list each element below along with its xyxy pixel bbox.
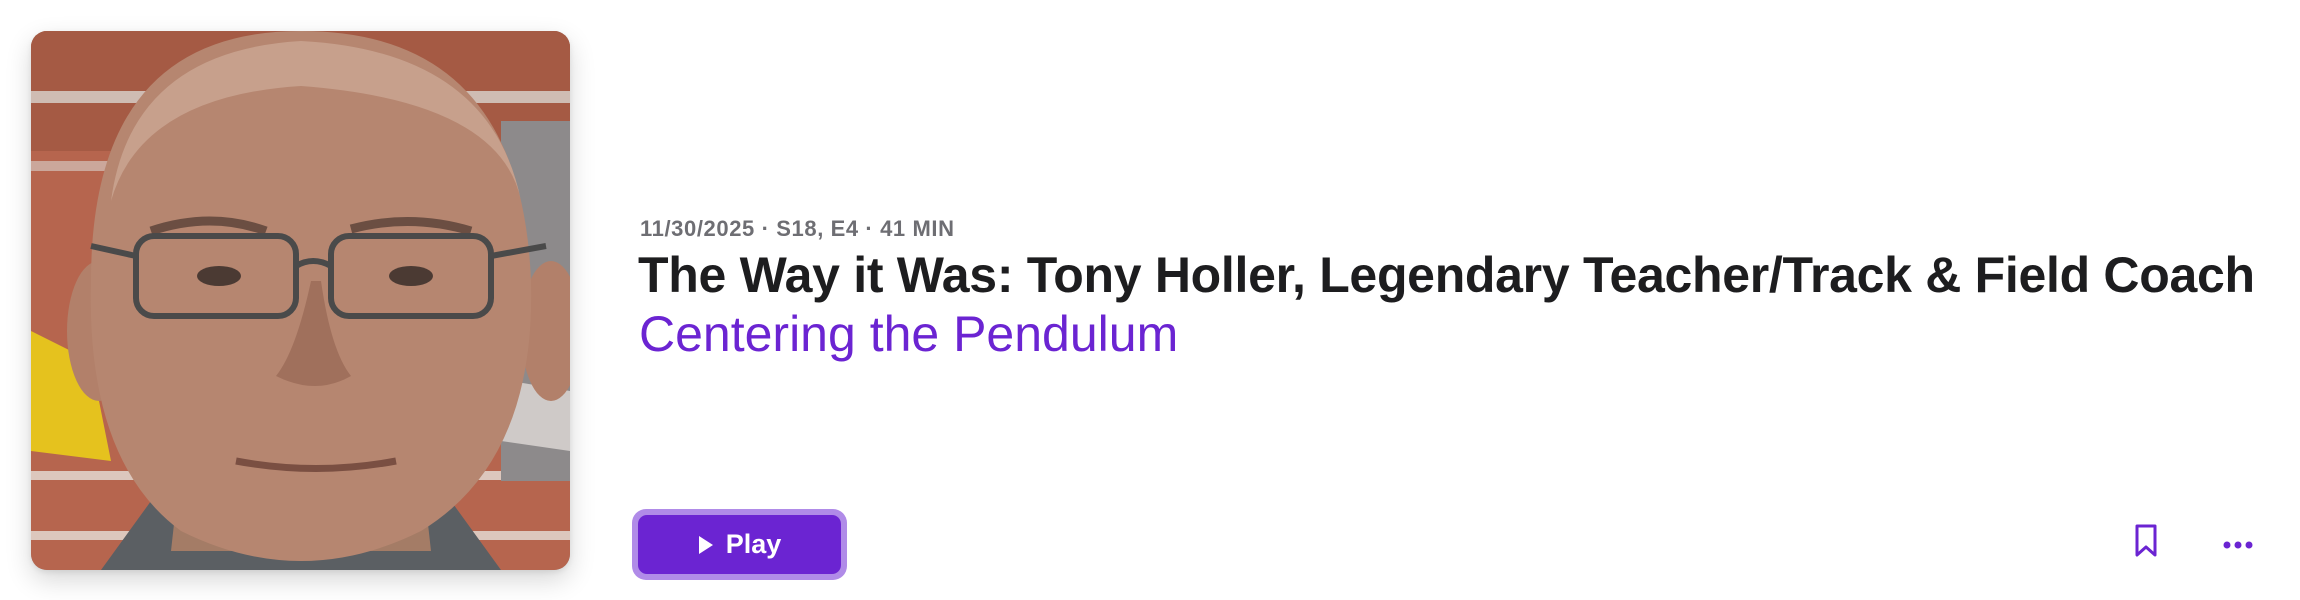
play-button-label: Play (725, 529, 782, 559)
show-name-link[interactable]: Centering the Pendulum (639, 305, 1178, 363)
play-button[interactable]: Play (638, 515, 841, 574)
episode-title: The Way it Was: Tony Holler, Legendary T… (638, 247, 2255, 303)
play-icon (698, 535, 714, 555)
bookmark-button[interactable] (2128, 520, 2164, 564)
more-icon (2223, 537, 2253, 552)
episode-meta: 11/30/2025 · S18, E4 · 41 MIN (640, 216, 955, 241)
more-options-button[interactable] (2218, 524, 2258, 564)
bookmark-icon (2135, 524, 2157, 561)
play-button-focus-ring: Play (632, 509, 847, 580)
portrait-image (31, 31, 570, 570)
episode-artwork[interactable] (31, 31, 570, 570)
